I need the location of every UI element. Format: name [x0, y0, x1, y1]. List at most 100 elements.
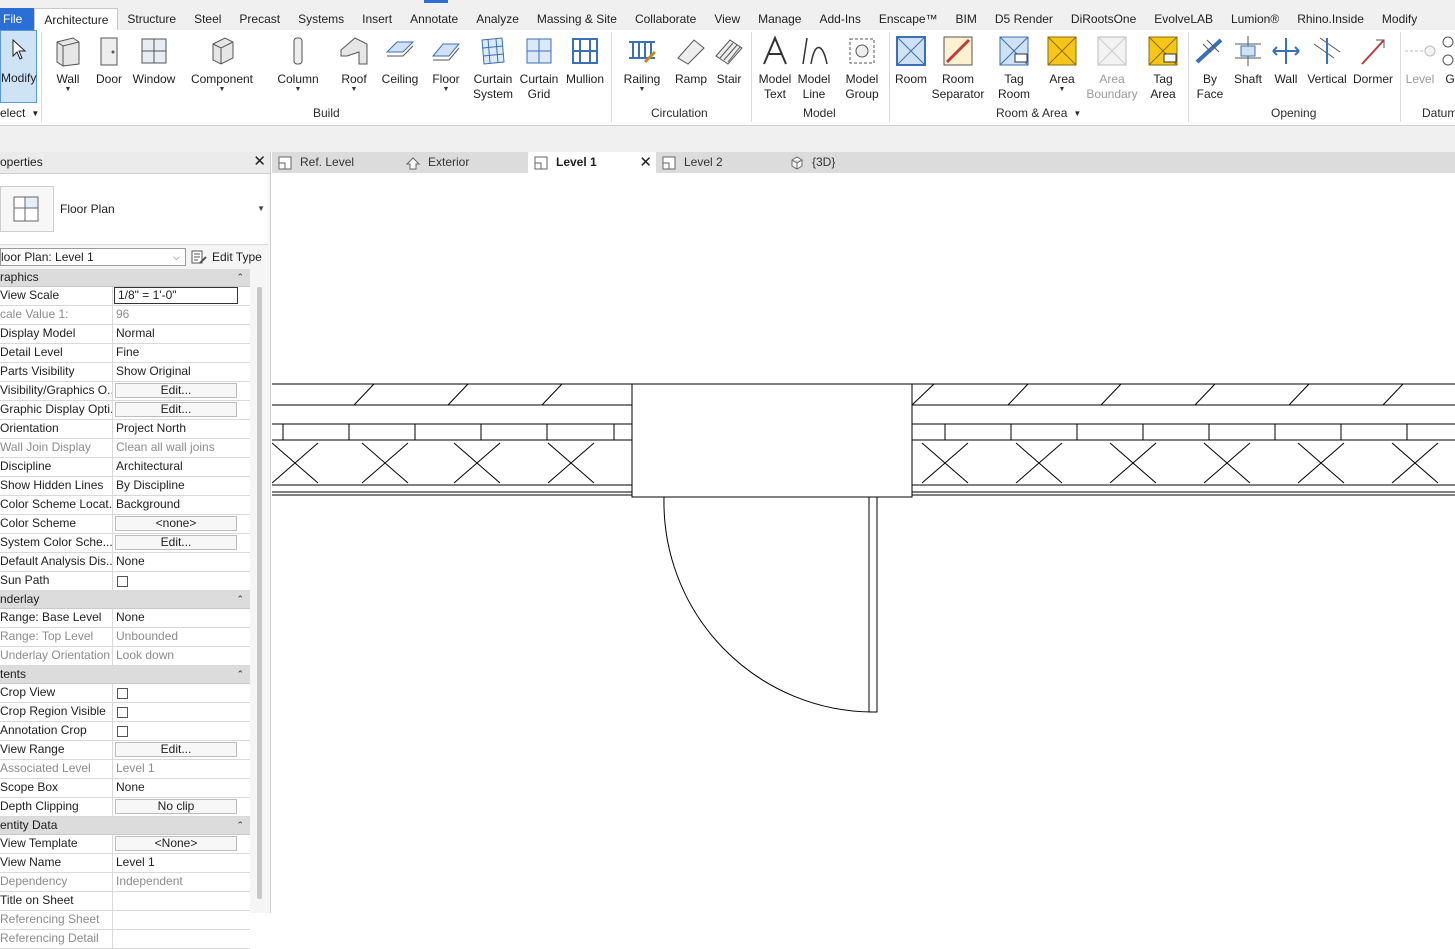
property-row[interactable]: Discipline Architectural [0, 458, 250, 477]
property-value[interactable]: Show Original [116, 363, 238, 381]
property-group-header[interactable]: tents ⌃ [0, 666, 250, 684]
menu-rhino-inside[interactable]: Rhino.Inside [1288, 8, 1373, 30]
property-button[interactable]: <None> [115, 836, 237, 851]
tab-exterior[interactable]: Exterior [406, 152, 524, 173]
property-button[interactable]: <none> [115, 516, 237, 531]
property-row[interactable]: Display Model Normal [0, 325, 250, 344]
tag-room-button[interactable]: Tag Room [992, 32, 1036, 102]
property-value[interactable]: Fine [116, 344, 238, 362]
type-selector[interactable]: Floor Plan ▼ [0, 174, 268, 245]
property-value[interactable]: None [116, 553, 238, 571]
property-row[interactable]: View Template <None> [0, 835, 250, 854]
collapse-chevron-icon[interactable]: ⌃ [236, 269, 244, 286]
menu-precast[interactable]: Precast [230, 8, 289, 30]
menu-steel[interactable]: Steel [185, 8, 230, 30]
property-row[interactable]: Scope Box None [0, 779, 250, 798]
property-row[interactable]: Depth Clipping No clip [0, 798, 250, 817]
menu-view[interactable]: View [705, 8, 749, 30]
menu-bim[interactable]: BIM [947, 8, 986, 30]
property-value[interactable] [116, 892, 238, 910]
modify-button[interactable]: Modify [0, 30, 37, 103]
menu-architecture[interactable]: Architecture [34, 8, 119, 31]
stair-button[interactable]: Stair [712, 32, 746, 102]
property-row[interactable]: Orientation Project North [0, 420, 250, 439]
dormer-button[interactable]: Dormer [1350, 32, 1396, 102]
tab-level-2[interactable]: Level 2 [662, 152, 780, 173]
mullion-button[interactable]: Mullion [562, 32, 608, 102]
wall-button[interactable]: Wall ▼ [50, 32, 86, 102]
tab-level-1[interactable]: Level 1 ✕ [528, 152, 656, 173]
property-row[interactable]: Color Scheme Locat... Background [0, 496, 250, 515]
edit-type-button[interactable]: Edit Type [191, 247, 262, 267]
property-button[interactable]: No clip [115, 799, 237, 814]
property-row[interactable]: Parts Visibility Show Original [0, 363, 250, 382]
railing-button[interactable]: Railing ▼ [620, 32, 664, 102]
instance-filter-select[interactable]: loor Plan: Level 1 ⌵ [0, 248, 186, 266]
property-row[interactable]: Range: Base Level None [0, 609, 250, 628]
room-area-panel-label[interactable]: Room & Area ▼ [996, 106, 1081, 120]
drawing-area[interactable] [271, 173, 1455, 913]
property-checkbox[interactable] [117, 726, 128, 737]
property-button[interactable]: Edit... [115, 742, 237, 757]
select-dropdown[interactable]: elect ▼ [0, 106, 39, 120]
property-row[interactable]: Sun Path [0, 572, 250, 591]
property-button[interactable]: Edit... [115, 383, 237, 398]
property-row[interactable]: Annotation Crop [0, 722, 250, 741]
property-group-header[interactable]: raphics ⌃ [0, 269, 250, 287]
ramp-button[interactable]: Ramp [671, 32, 711, 102]
close-icon[interactable]: ✕ [253, 154, 266, 170]
by-face-button[interactable]: By Face [1192, 32, 1228, 102]
curtain-system-button[interactable]: Curtain System [470, 32, 516, 102]
ceiling-button[interactable]: Ceiling [378, 32, 422, 102]
menu-lumion[interactable]: Lumion® [1222, 8, 1288, 30]
property-value[interactable]: Normal [116, 325, 238, 343]
menu-modify[interactable]: Modify [1373, 8, 1426, 30]
property-group-header[interactable]: entity Data ⌃ [0, 817, 250, 835]
property-value[interactable]: None [116, 779, 238, 797]
property-value[interactable]: Project North [116, 420, 238, 438]
collapse-chevron-icon[interactable]: ⌃ [236, 817, 244, 834]
property-checkbox[interactable] [117, 707, 128, 718]
properties-scrollbar[interactable] [257, 287, 262, 899]
property-value[interactable]: Background [116, 496, 238, 514]
property-row[interactable]: Detail Level Fine [0, 344, 250, 363]
roof-button[interactable]: Roof ▼ [337, 32, 371, 102]
shaft-button[interactable]: Shaft [1230, 32, 1266, 102]
room-button[interactable]: Room [892, 32, 930, 102]
property-row[interactable]: System Color Sche... Edit... [0, 534, 250, 553]
property-input[interactable]: 1/8" = 1'-0" [114, 287, 238, 304]
door-button[interactable]: Door [92, 32, 126, 102]
collapse-chevron-icon[interactable]: ⌃ [236, 666, 244, 683]
tab-ref-level[interactable]: Ref. Level [278, 152, 396, 173]
model-text-button[interactable]: Model Text [756, 32, 794, 102]
menu-structure[interactable]: Structure [118, 8, 185, 30]
curtain-grid-button[interactable]: Curtain Grid [518, 32, 560, 102]
column-button[interactable]: Column ▼ [273, 32, 323, 102]
grid-button[interactable]: G [1440, 32, 1455, 102]
property-value[interactable]: None [116, 609, 238, 627]
component-button[interactable]: Component ▼ [189, 32, 255, 102]
menu-annotate[interactable]: Annotate [401, 8, 467, 30]
tab-3d[interactable]: {3D} [790, 152, 908, 173]
property-row[interactable]: Title on Sheet [0, 892, 250, 911]
menu-evolvelab[interactable]: EvolveLAB [1145, 8, 1222, 30]
menu-insert[interactable]: Insert [353, 8, 401, 30]
level-button[interactable]: Level [1402, 32, 1438, 102]
collapse-chevron-icon[interactable]: ⌃ [236, 591, 244, 608]
property-row[interactable]: Show Hidden Lines By Discipline [0, 477, 250, 496]
model-group-button[interactable]: Model Group [840, 32, 884, 102]
property-button[interactable]: Edit... [115, 402, 237, 417]
menu-add-ins[interactable]: Add-Ins [810, 8, 869, 30]
property-row[interactable]: Crop View [0, 684, 250, 703]
area-button[interactable]: Area ▼ [1042, 32, 1082, 102]
property-row[interactable]: View Range Edit... [0, 741, 250, 760]
property-checkbox[interactable] [117, 576, 128, 587]
vertical-button[interactable]: Vertical [1304, 32, 1350, 102]
menu-d5-render[interactable]: D5 Render [986, 8, 1062, 30]
property-row[interactable]: Visibility/Graphics O... Edit... [0, 382, 250, 401]
property-value[interactable]: By Discipline [116, 477, 238, 495]
opening-wall-button[interactable]: Wall [1268, 32, 1304, 102]
menu-dirootsone[interactable]: DiRootsOne [1062, 8, 1145, 30]
property-button[interactable]: Edit... [115, 535, 237, 550]
property-value[interactable]: Level 1 [116, 854, 238, 872]
